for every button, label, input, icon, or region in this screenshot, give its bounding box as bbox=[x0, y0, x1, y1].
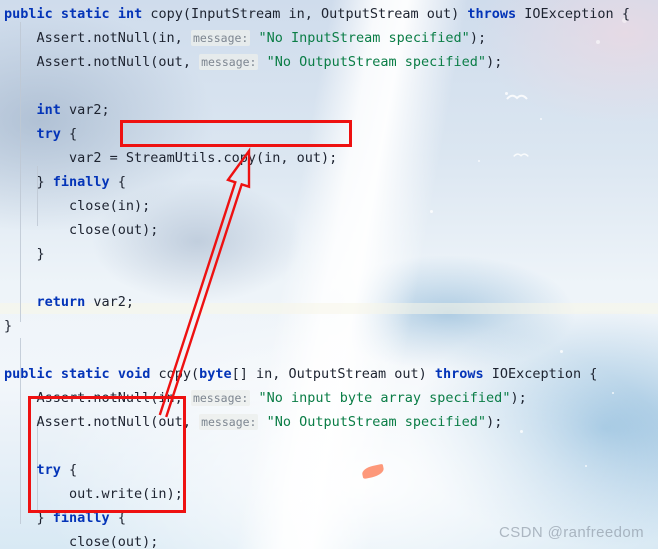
code-line[interactable]: public static void copy(byte[] in, Outpu… bbox=[0, 362, 598, 386]
code-line[interactable]: return var2; bbox=[0, 290, 135, 314]
code-line[interactable]: } bbox=[0, 314, 13, 338]
code-line[interactable]: } finally { bbox=[0, 170, 126, 194]
code-token: public bbox=[4, 6, 53, 22]
code-token: ); bbox=[486, 54, 503, 70]
code-line[interactable]: public static int copy(InputStream in, O… bbox=[0, 2, 630, 26]
code-token: "No input byte array specified" bbox=[258, 390, 511, 406]
code-token: { bbox=[60, 126, 78, 142]
code-token: ); bbox=[510, 390, 527, 406]
code-token: public bbox=[4, 366, 53, 382]
code-token: var2; bbox=[85, 294, 135, 310]
code-token: ); bbox=[469, 30, 487, 46]
code-line[interactable]: Assert.notNull(out, message: "No OutputS… bbox=[0, 50, 503, 74]
parameter-hint: message: bbox=[190, 30, 251, 46]
code-token: close(in); bbox=[69, 198, 151, 214]
code-token: copy(InputStream in, OutputStream out) bbox=[150, 6, 468, 22]
code-line[interactable]: try { bbox=[0, 122, 78, 146]
code-token: int bbox=[36, 102, 61, 118]
code-editor-content[interactable]: public static int copy(InputStream in, O… bbox=[0, 0, 658, 549]
code-line[interactable] bbox=[0, 434, 4, 458]
code-token: byte bbox=[199, 366, 232, 382]
screenshot-root: public static int copy(InputStream in, O… bbox=[0, 0, 658, 549]
code-token: Assert.notNull(in, bbox=[36, 390, 191, 406]
code-token: { bbox=[109, 510, 126, 526]
code-token: "No InputStream specified" bbox=[258, 30, 470, 46]
code-token: out.write(in); bbox=[69, 486, 183, 502]
code-token: throws bbox=[434, 366, 484, 382]
code-line[interactable]: Assert.notNull(in, message: "No InputStr… bbox=[0, 26, 487, 50]
code-token: static bbox=[60, 366, 110, 382]
code-token: } bbox=[36, 246, 45, 262]
code-line[interactable]: var2 = StreamUtils.copy(in, out); bbox=[0, 146, 338, 170]
code-token: Assert.notNull(out, bbox=[36, 54, 200, 70]
code-token: return bbox=[36, 294, 86, 310]
code-line[interactable]: } bbox=[0, 242, 45, 266]
code-line[interactable]: try { bbox=[0, 458, 78, 482]
code-token: try bbox=[36, 126, 61, 142]
code-token: } bbox=[4, 318, 13, 334]
parameter-hint: message: bbox=[199, 54, 259, 70]
parameter-hint: message: bbox=[190, 390, 251, 406]
code-line[interactable] bbox=[0, 266, 4, 290]
code-token: static bbox=[60, 6, 110, 22]
code-token: "No OutputStream specified" bbox=[266, 54, 487, 70]
code-token: } bbox=[36, 174, 53, 190]
code-line[interactable]: close(out); bbox=[0, 530, 159, 549]
code-token: [] in, OutputStream out) bbox=[231, 366, 435, 382]
code-token: void bbox=[117, 366, 151, 382]
code-token: { bbox=[60, 462, 78, 478]
code-token: Assert.notNull(out, bbox=[36, 414, 200, 430]
parameter-hint: message: bbox=[199, 414, 259, 430]
code-token: Assert.notNull(in, bbox=[36, 30, 191, 46]
code-token: finally bbox=[52, 174, 110, 190]
code-token: IOException { bbox=[483, 366, 598, 382]
code-token: IOException { bbox=[524, 6, 630, 22]
code-token: close(out); bbox=[69, 534, 159, 549]
code-line[interactable]: } finally { bbox=[0, 506, 126, 530]
code-token: try bbox=[36, 462, 61, 478]
code-line[interactable] bbox=[0, 74, 4, 98]
code-token: copy( bbox=[158, 366, 200, 382]
code-token: int bbox=[117, 6, 143, 22]
code-line[interactable]: out.write(in); bbox=[0, 482, 183, 506]
watermark-csdn: CSDN @ranfreedom bbox=[498, 524, 644, 541]
code-line[interactable]: Assert.notNull(in, message: "No input by… bbox=[0, 386, 527, 410]
code-line[interactable]: close(in); bbox=[0, 194, 151, 218]
code-line[interactable] bbox=[0, 338, 4, 362]
code-token: } bbox=[36, 510, 53, 526]
code-line[interactable]: close(out); bbox=[0, 218, 159, 242]
code-token: "No OutputStream specified" bbox=[266, 414, 487, 430]
code-token: { bbox=[109, 174, 126, 190]
code-token: var2 = StreamUtils.copy(in, out); bbox=[69, 150, 338, 166]
code-token: close(out); bbox=[69, 222, 159, 238]
code-token: ); bbox=[486, 414, 503, 430]
code-line[interactable]: Assert.notNull(out, message: "No OutputS… bbox=[0, 410, 503, 434]
code-token: finally bbox=[52, 510, 110, 526]
code-line[interactable]: int var2; bbox=[0, 98, 110, 122]
code-token: throws bbox=[467, 6, 517, 22]
code-token: var2; bbox=[60, 102, 110, 118]
